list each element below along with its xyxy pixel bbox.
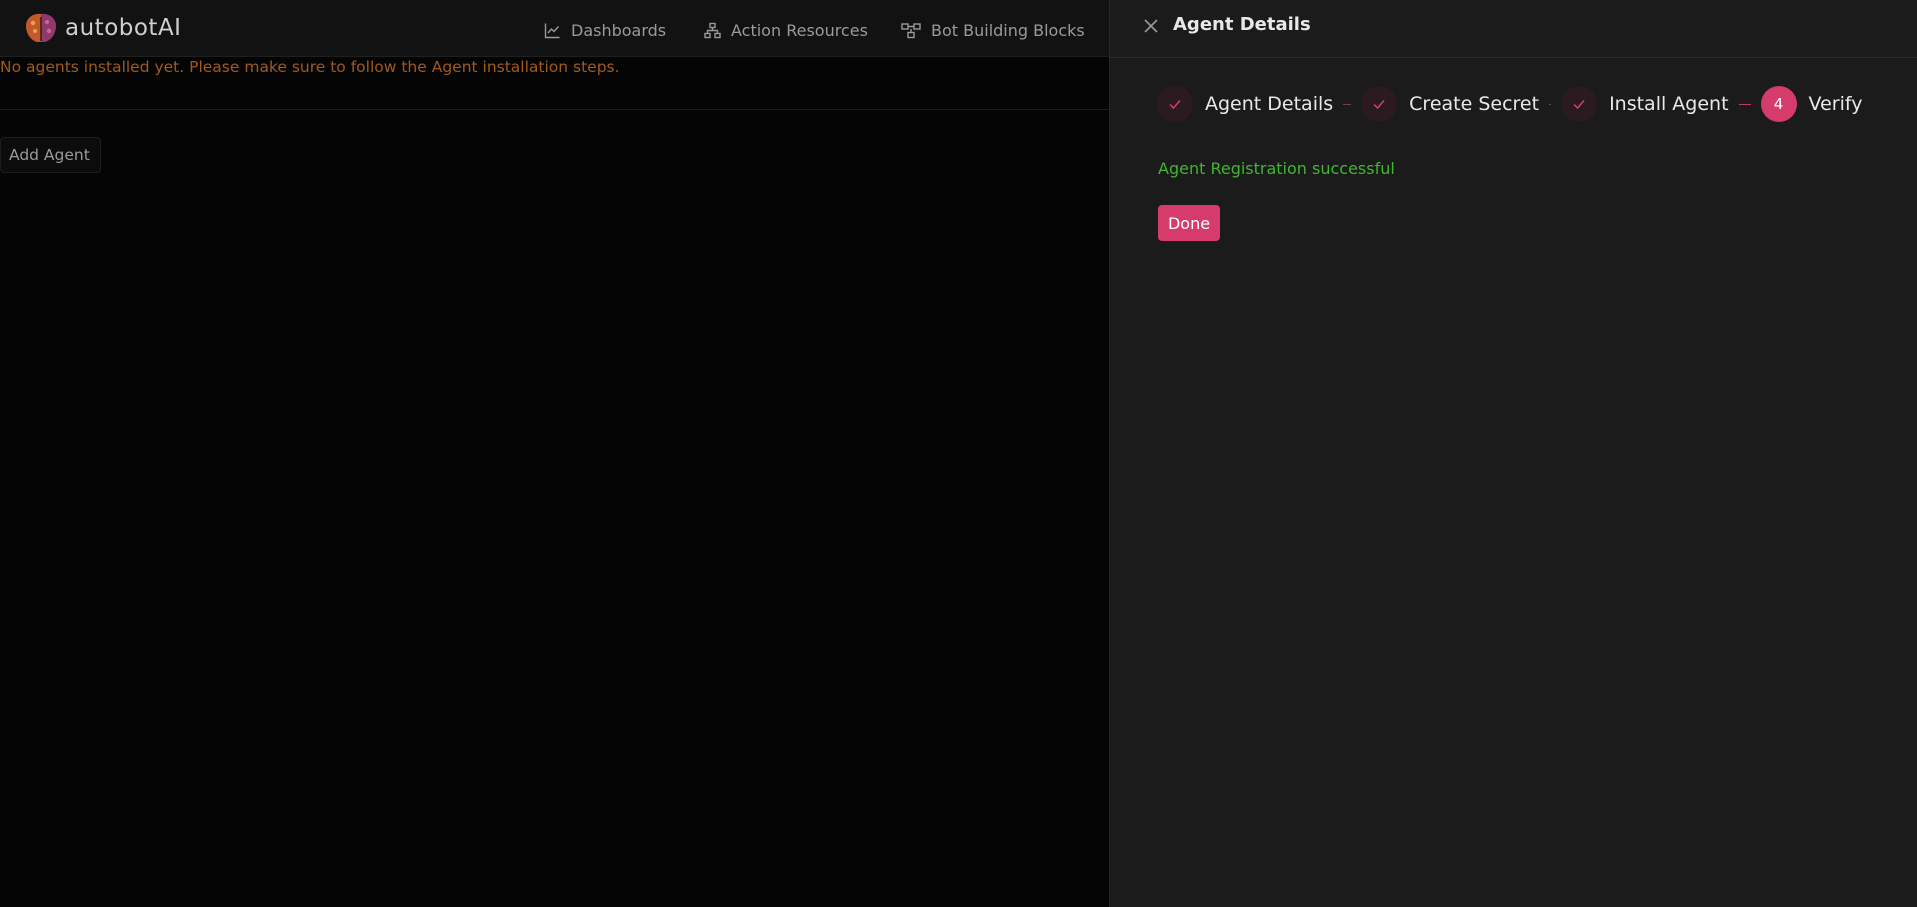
- step-number-badge: 4: [1760, 86, 1797, 122]
- step-create-secret[interactable]: Create Secret: [1361, 86, 1539, 122]
- step-agent-details[interactable]: Agent Details: [1157, 86, 1333, 122]
- nav-action-resources[interactable]: Action Resources: [704, 17, 868, 43]
- step-verify[interactable]: 4 Verify: [1760, 86, 1863, 122]
- add-agent-button[interactable]: Add Agent: [0, 137, 101, 173]
- step-label: Verify: [1808, 93, 1863, 115]
- step-label: Install Agent: [1609, 93, 1729, 115]
- check-icon: [1373, 100, 1385, 110]
- nav-dashboards[interactable]: Dashboards: [544, 17, 666, 43]
- nav-label: Action Resources: [731, 20, 868, 40]
- step-connector: [1343, 103, 1352, 105]
- close-icon: [1144, 19, 1158, 33]
- drawer-header: Agent Details: [1110, 0, 1917, 58]
- brand-name: autobotAI: [65, 15, 182, 41]
- step-install-agent[interactable]: Install Agent: [1561, 86, 1729, 122]
- sitemap-icon: [704, 22, 721, 38]
- registration-success-message: Agent Registration successful: [1158, 159, 1395, 178]
- step-connector: [1549, 103, 1552, 105]
- check-icon: [1169, 100, 1181, 110]
- nav-bot-building-blocks[interactable]: Bot Building Blocks: [901, 17, 1085, 43]
- blocks-icon: [901, 22, 921, 38]
- step-complete-indicator: [1361, 86, 1398, 122]
- drawer-title: Agent Details: [1173, 14, 1311, 35]
- brand-logo[interactable]: autobotAI: [23, 10, 181, 46]
- nav-label: Bot Building Blocks: [931, 20, 1085, 40]
- step-connector: [1738, 103, 1751, 105]
- step-complete-indicator: [1561, 86, 1598, 122]
- brain-logo-icon: [26, 13, 56, 42]
- nav-label: Dashboards: [571, 20, 667, 40]
- step-label: Agent Details: [1205, 93, 1334, 115]
- stepper: Agent Details Create Secret Install Agen…: [1157, 86, 1897, 122]
- done-button[interactable]: Done: [1158, 205, 1220, 241]
- no-agents-warning: No agents installed yet. Please make sur…: [0, 58, 620, 76]
- close-drawer-button[interactable]: [1142, 17, 1160, 35]
- section-divider: [0, 109, 1110, 110]
- step-complete-indicator: [1157, 86, 1193, 122]
- chart-line-icon: [544, 23, 560, 38]
- check-icon: [1573, 100, 1585, 110]
- agent-details-drawer: Agent Details Agent Details Create Secre…: [1109, 0, 1917, 907]
- step-label: Create Secret: [1409, 93, 1540, 115]
